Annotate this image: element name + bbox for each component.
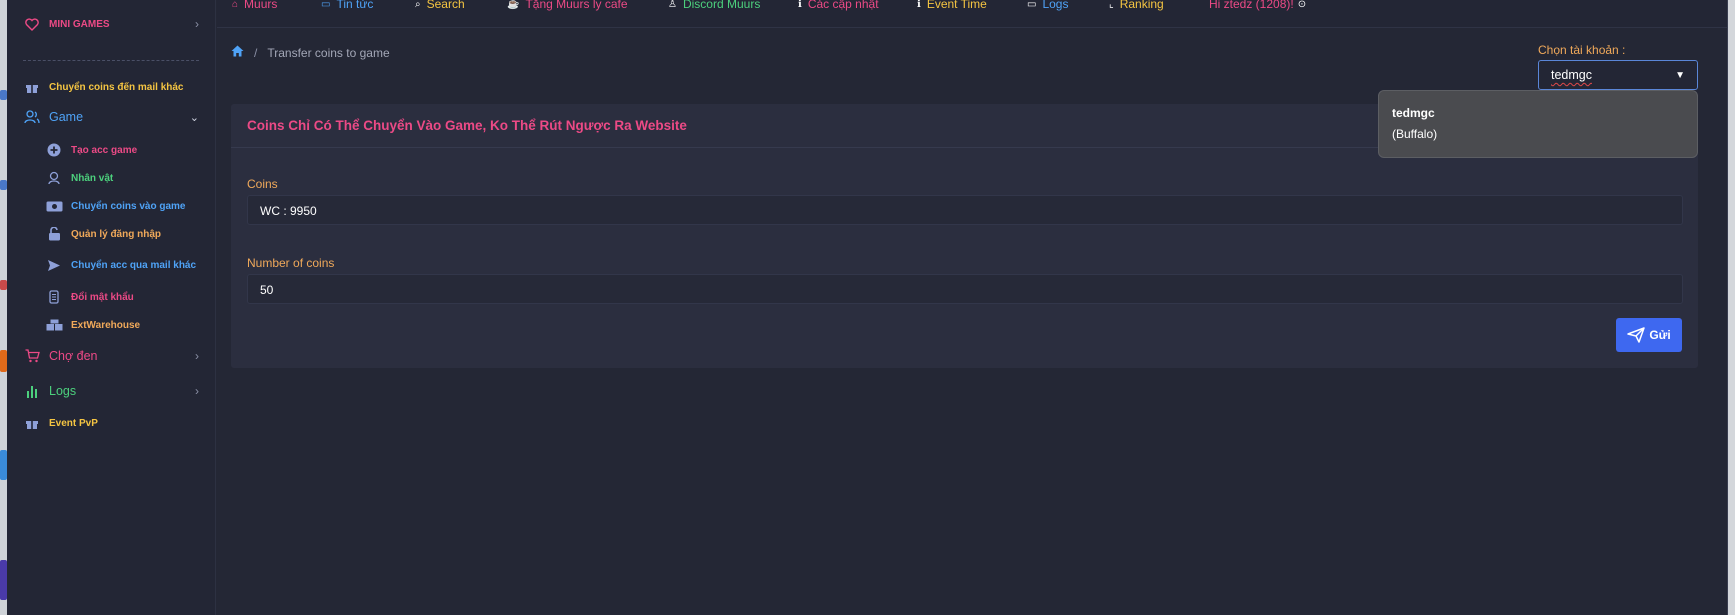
send-button-label: Gửi xyxy=(1649,328,1671,342)
top-navigation: ⌂ Muurs ▭ Tin tức ⌕ Search ☕ Tặng Muurs ly c… xyxy=(217,0,1727,28)
sidebar-subitem-label: Tạo acc game xyxy=(71,144,138,156)
gift-icon xyxy=(23,415,41,431)
sidebar-item-event-pvp[interactable]: Event PvP xyxy=(23,415,199,431)
info-icon: ℹ xyxy=(798,0,802,10)
user-menu-icon: ⊙ xyxy=(1297,0,1307,10)
account-select[interactable]: tedmgc ▼ xyxy=(1538,60,1698,90)
sidebar-item-mail-transfer[interactable]: Chuyển coins đến mail khác xyxy=(23,79,199,95)
sidebar-divider xyxy=(23,60,199,61)
news-icon: ▭ xyxy=(321,0,331,10)
nav-item-muurs[interactable]: ⌂ Muurs xyxy=(232,0,277,11)
window-scrollbar[interactable] xyxy=(1728,0,1735,615)
breadcrumb: / Transfer coins to game xyxy=(231,45,390,60)
sidebar-item-logs[interactable]: Logs › xyxy=(23,383,199,399)
info-icon: ℹ xyxy=(917,0,921,10)
boxes-icon xyxy=(45,318,63,332)
sidebar-subitem-transfer-account[interactable]: Chuyển acc qua mail khác xyxy=(45,258,199,272)
chevron-right-icon: › xyxy=(195,384,199,398)
breadcrumb-current: Transfer coins to game xyxy=(267,45,390,60)
character-icon xyxy=(45,171,63,185)
sidebar-subitem-create-account[interactable]: Tạo acc game xyxy=(45,143,199,157)
number-of-coins-input[interactable]: 50 xyxy=(247,274,1683,304)
chevron-right-icon: › xyxy=(195,17,199,31)
search-icon: ⌕ xyxy=(415,0,421,10)
sidebar-subitem-change-password[interactable]: Đổi mật khẩu xyxy=(45,290,199,304)
cart-icon xyxy=(23,348,41,364)
sidebar: MINI GAMES › Chuyển coins đến mail khác … xyxy=(7,0,216,615)
money-icon xyxy=(45,199,63,213)
sidebar-item-label: Game xyxy=(49,110,84,124)
account-select-value: tedmgc xyxy=(1551,68,1592,82)
home-icon[interactable] xyxy=(231,45,244,60)
gift-icon xyxy=(23,79,41,95)
user-greeting[interactable]: Hi ztedz (1208)! ⊙ xyxy=(1209,0,1306,11)
sidebar-subitem-extwarehouse[interactable]: ExtWarehouse xyxy=(45,318,199,332)
nav-item-coffee[interactable]: ☕ Tặng Muurs ly cafe xyxy=(507,0,628,11)
nav-item-news[interactable]: ▭ Tin tức xyxy=(321,0,373,11)
sidebar-subitem-transfer-coins[interactable]: Chuyển coins vào game xyxy=(45,199,199,213)
coins-field[interactable]: WC : 9950 xyxy=(247,195,1683,225)
shop-icon: ⌂ xyxy=(232,0,239,10)
logs-icon: ▭ xyxy=(1027,0,1037,10)
plus-circle-icon xyxy=(45,143,63,157)
nav-item-search[interactable]: ⌕ Search xyxy=(415,0,465,11)
sidebar-item-label: Chuyển coins đến mail khác xyxy=(49,81,184,93)
account-tooltip: tedmgc (Buffalo) xyxy=(1378,90,1698,158)
left-window-edge xyxy=(0,0,7,615)
coins-label: Coins xyxy=(247,177,278,191)
sidebar-subitem-label: Đổi mật khẩu xyxy=(71,291,134,303)
sidebar-item-label: Chợ đen xyxy=(49,349,98,363)
sidebar-subitem-label: ExtWarehouse xyxy=(71,319,141,331)
send-icon xyxy=(1627,327,1646,343)
tooltip-account-detail: (Buffalo) xyxy=(1392,127,1438,141)
sidebar-subitem-character[interactable]: Nhân vật xyxy=(45,171,199,185)
sidebar-item-mini-games[interactable]: MINI GAMES › xyxy=(23,16,199,32)
nav-item-ranking[interactable]: ⌞ Ranking xyxy=(1109,0,1164,11)
sidebar-item-label: MINI GAMES xyxy=(49,18,110,30)
sidebar-item-label: Event PvP xyxy=(49,417,98,429)
unlock-icon xyxy=(45,227,63,241)
nav-item-logs[interactable]: ▭ Logs xyxy=(1027,0,1068,11)
chart-icon: ⌞ xyxy=(1109,0,1114,10)
sidebar-item-cho-den[interactable]: Chợ đen › xyxy=(23,348,199,364)
nav-item-discord[interactable]: ♙ Discord Muurs xyxy=(668,0,760,11)
discord-icon: ♙ xyxy=(668,0,677,10)
sidebar-subitem-label: Chuyển coins vào game xyxy=(71,200,186,212)
heart-icon xyxy=(23,16,41,32)
dropdown-caret-icon: ▼ xyxy=(1675,70,1685,81)
scroll-icon xyxy=(45,290,63,304)
sidebar-subitem-login-management[interactable]: Quản lý đăng nhập xyxy=(45,227,199,241)
send-icon xyxy=(45,258,63,272)
sidebar-subitem-label: Chuyển acc qua mail khác xyxy=(71,259,197,271)
nav-item-event-time[interactable]: ℹ Event Time xyxy=(917,0,987,11)
users-icon xyxy=(23,109,41,125)
send-button[interactable]: Gửi xyxy=(1616,318,1682,352)
tooltip-account-name: tedmgc xyxy=(1392,106,1435,120)
sidebar-subitem-label: Nhân vật xyxy=(71,172,114,184)
sidebar-item-label: Logs xyxy=(49,384,77,398)
sidebar-subitem-label: Quản lý đăng nhập xyxy=(71,228,162,240)
account-select-label: Chọn tài khoản : xyxy=(1538,43,1626,57)
chevron-right-icon: › xyxy=(195,349,199,363)
chevron-down-icon: ⌄ xyxy=(189,111,199,124)
breadcrumb-separator: / xyxy=(254,45,258,60)
sidebar-item-game[interactable]: Game ⌄ xyxy=(23,109,199,125)
nav-item-updates[interactable]: ℹ Các cập nhật xyxy=(798,0,879,11)
number-of-coins-label: Number of coins xyxy=(247,256,335,270)
coffee-icon: ☕ xyxy=(507,0,520,10)
bar-chart-icon xyxy=(23,383,41,399)
